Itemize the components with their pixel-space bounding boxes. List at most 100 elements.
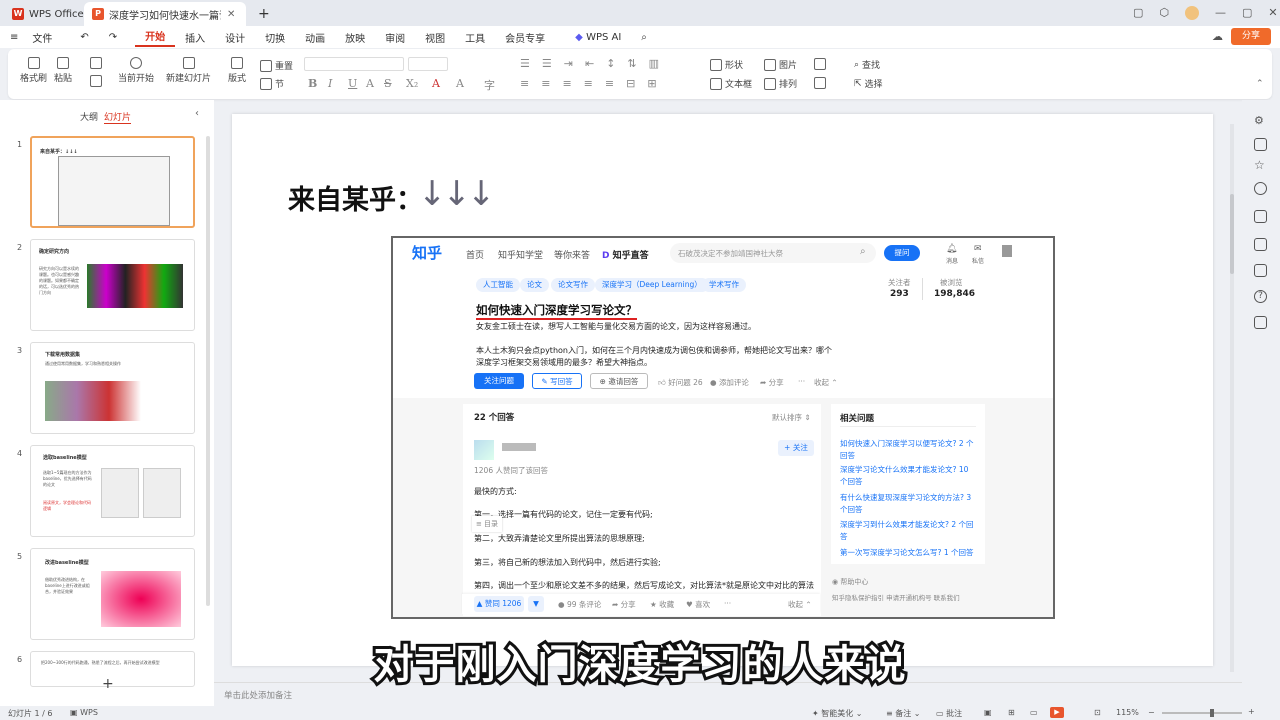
normal-view-icon[interactable]: ▣ xyxy=(984,708,992,717)
slide-thumb-4[interactable]: 选取baseline模型 选取1~5篇现在的方法作为baseline，优先选择有… xyxy=(30,445,195,537)
menu-wps-ai[interactable]: ◆ WPS AI xyxy=(565,32,631,43)
canvas-scrollbar[interactable] xyxy=(1230,124,1234,672)
slide-thumb-1[interactable]: 来自某乎：↓↓↓ xyxy=(30,136,195,228)
picture-tool-icon[interactable] xyxy=(1254,210,1267,223)
align-right-icon[interactable]: ≡ xyxy=(562,77,571,90)
format-painter-button[interactable]: 格式刷 xyxy=(20,57,47,84)
avatar[interactable] xyxy=(1185,6,1200,20)
italic-icon[interactable]: I xyxy=(328,77,332,90)
fold-button[interactable]: 收起 ⌃ xyxy=(814,377,838,388)
cloud-icon[interactable]: ☁ xyxy=(1212,30,1223,43)
line-spacing-icon[interactable]: ↕ xyxy=(606,57,615,70)
like-button[interactable]: ♥ 喜欢 xyxy=(686,599,710,610)
write-answer-button[interactable]: ✎ 写回答 xyxy=(532,373,582,389)
search-input[interactable]: 石破茂决定不参加靖国神社大祭 ⌕ xyxy=(670,243,876,263)
justify-icon[interactable]: ≡ xyxy=(584,77,593,90)
tag-chip[interactable]: 论文 xyxy=(520,278,549,292)
strikethrough-icon[interactable]: S xyxy=(384,77,392,90)
help-icon[interactable]: ? xyxy=(1254,290,1267,303)
arrange-button[interactable]: 排列 xyxy=(764,77,797,90)
star-icon[interactable]: ☆ xyxy=(1254,158,1267,172)
related-question[interactable]: 深度学习论文什么效果才能发论文? 10 个回答 xyxy=(840,464,978,488)
downvote-button[interactable]: ▼ xyxy=(528,596,544,612)
follow-question-button[interactable]: 关注问题 xyxy=(474,373,524,389)
find-button[interactable]: ⌕ 查找 xyxy=(854,58,880,72)
redo-icon[interactable]: ↷ xyxy=(99,32,127,43)
nav-zhixuetang[interactable]: 知乎知学堂 xyxy=(498,248,543,261)
slide-thumb-5[interactable]: 改进baseline模型 借助优秀改进结构，在baseline上进行改进或组合，… xyxy=(30,548,195,640)
section-button[interactable]: 节 xyxy=(260,77,284,90)
hamburger-icon[interactable]: ≡ xyxy=(0,32,22,43)
outdent-icon[interactable]: ⇤ xyxy=(585,57,594,70)
crop-icon[interactable] xyxy=(1254,238,1267,251)
vertical-align-icon[interactable]: ⊟ xyxy=(626,77,635,90)
align-center-icon[interactable]: ≡ xyxy=(541,77,550,90)
textbox-button[interactable]: 文本框 xyxy=(710,77,752,90)
collapse-answer-button[interactable]: 收起 ⌃ xyxy=(788,599,812,610)
align-left-icon[interactable]: ≡ xyxy=(520,77,529,90)
question-title[interactable]: 如何快速入门深度学习写论文？ xyxy=(476,302,637,320)
menu-slideshow[interactable]: 放映 xyxy=(335,30,375,45)
menu-review[interactable]: 审阅 xyxy=(375,30,415,45)
sort-select[interactable]: 默认排序 ⇕ xyxy=(772,412,811,423)
export-icon[interactable] xyxy=(1254,316,1267,329)
select-button[interactable]: ⇱ 选择 xyxy=(854,77,883,91)
zoom-slider[interactable] xyxy=(1162,709,1242,717)
font-family-select[interactable] xyxy=(304,57,404,71)
nav-direct[interactable]: D 知乎直答 xyxy=(602,248,649,261)
play-from-current-button[interactable]: 当前开始 xyxy=(118,57,154,84)
fill-button[interactable] xyxy=(814,58,826,70)
fit-icon[interactable]: ⊡ xyxy=(1094,708,1101,717)
number-list-icon[interactable]: ☰ xyxy=(542,57,552,70)
shape-button[interactable]: 形状 xyxy=(710,58,743,71)
menu-design[interactable]: 设计 xyxy=(215,30,255,45)
settings-icon[interactable]: ⚙ xyxy=(1254,114,1267,127)
zoom-in-icon[interactable]: + xyxy=(1248,707,1255,716)
menu-view[interactable]: 视图 xyxy=(415,30,455,45)
share-question-button[interactable]: ➦ 分享 xyxy=(760,377,784,388)
layout-button[interactable]: 版式 xyxy=(228,57,246,84)
share-button[interactable]: 分享 xyxy=(1231,28,1271,45)
bullet-list-icon[interactable]: ☰ xyxy=(520,57,530,70)
related-question[interactable]: 第一次写深度学习论文怎么写? 1 个回答 xyxy=(840,547,978,559)
indent-icon[interactable]: ⇥ xyxy=(564,57,573,70)
menu-insert[interactable]: 插入 xyxy=(175,30,215,45)
related-question[interactable]: 有什么快速复现深度学习论文的方法? 3 个回答 xyxy=(840,492,978,516)
footer-links[interactable]: 知乎隐私保护指引 申请开通机构号 联系我们 xyxy=(832,592,960,602)
new-slide-button[interactable]: 新建幻灯片 xyxy=(166,57,211,84)
font-color-icon[interactable]: A xyxy=(432,77,440,90)
follow-user-button[interactable]: + 关注 xyxy=(778,440,814,456)
minimize-icon[interactable]: — xyxy=(1215,6,1226,20)
outline-button[interactable] xyxy=(814,77,826,89)
paste-button[interactable]: 粘贴 xyxy=(54,57,72,84)
text-direction-icon[interactable]: ⇅ xyxy=(627,57,636,70)
panel-scrollbar[interactable] xyxy=(206,136,210,606)
animation-icon[interactable] xyxy=(1254,138,1267,151)
tab-slides[interactable]: 幻灯片 xyxy=(104,110,132,124)
user-avatar[interactable] xyxy=(1002,245,1012,257)
dm-icon[interactable]: ✉ xyxy=(974,244,982,254)
answer-author[interactable] xyxy=(502,443,536,451)
add-comment-button[interactable]: ● 添加评论 xyxy=(710,377,749,388)
copy-icon[interactable] xyxy=(90,75,102,87)
slide-thumb-3[interactable]: 下载常用数据集 通过使用常用数据集，学习和熟悉相关操作 xyxy=(30,342,195,434)
close-window-icon[interactable]: ✕ xyxy=(1268,6,1277,20)
zhihu-logo[interactable]: 知乎 xyxy=(412,242,442,263)
zoom-level[interactable]: 115% xyxy=(1116,708,1139,717)
slide-thumb-2[interactable]: 确定研究方向 研究方向可以是水续的课题。也可以是感兴趣的课题。如果都不确定的话，… xyxy=(30,239,195,331)
comments-button[interactable]: ● 99 条评论 xyxy=(558,599,601,610)
tag-chip[interactable]: 人工智能 xyxy=(476,278,520,292)
new-tab-button[interactable]: + xyxy=(250,2,278,26)
distribute-icon[interactable]: ≡ xyxy=(605,77,614,90)
smart-beautify-button[interactable]: ✦ 智能美化 ⌄ xyxy=(812,708,863,719)
close-icon[interactable]: ✕ xyxy=(227,9,235,20)
upvote-button[interactable]: ▲ 赞同 1206 xyxy=(474,596,524,612)
nav-waiting[interactable]: 等你来答 xyxy=(554,248,590,261)
smart-art-icon[interactable]: ⊞ xyxy=(647,77,656,90)
play-slideshow-icon[interactable]: ▶ xyxy=(1050,707,1064,718)
help-center-link[interactable]: ◉ 帮助中心 xyxy=(832,577,868,587)
answer-more-icon[interactable]: ··· xyxy=(724,599,731,608)
tab-outline[interactable]: 大纲 xyxy=(80,110,98,123)
collect-button[interactable]: ★ 收藏 xyxy=(650,599,674,610)
reset-button[interactable]: 重置 xyxy=(260,59,293,72)
